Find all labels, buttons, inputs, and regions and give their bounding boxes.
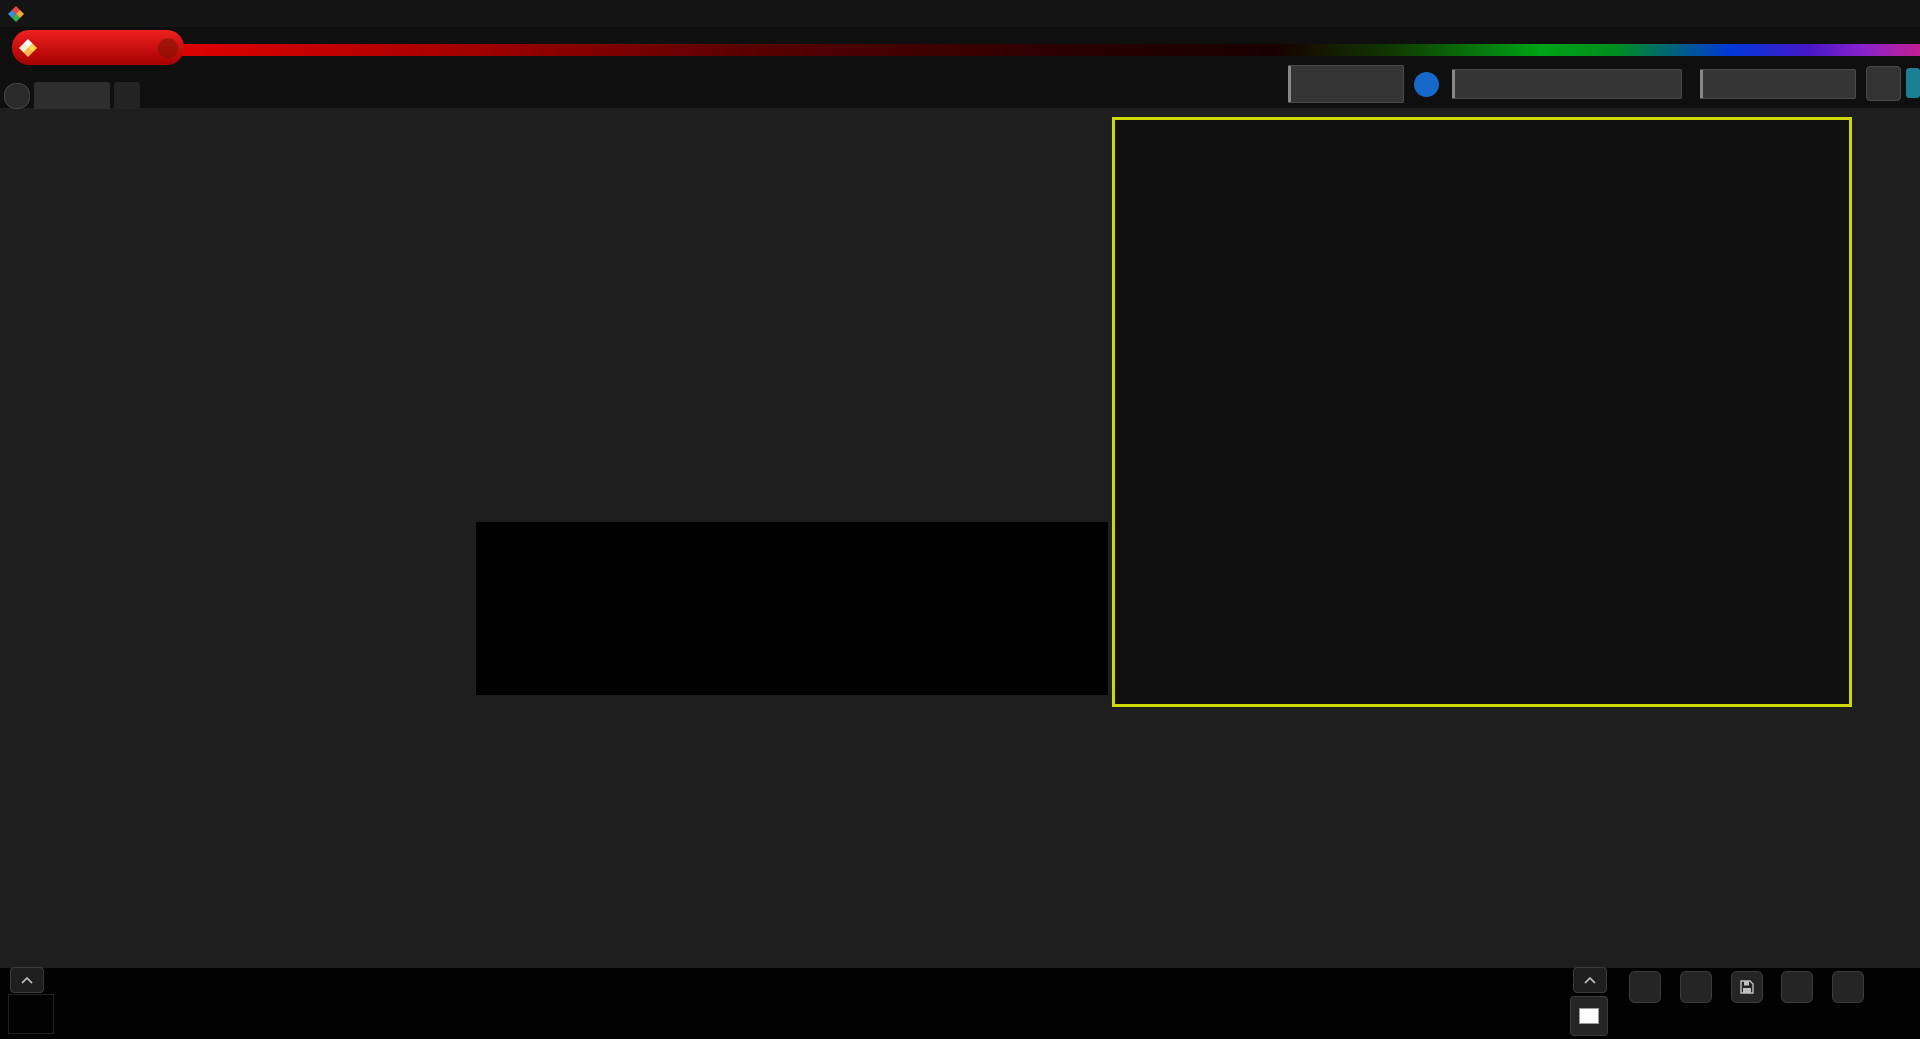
current-reading-panel [92, 740, 422, 756]
workflow-color-chip[interactable] [1906, 68, 1920, 98]
cie-1931-panel [1112, 117, 1852, 707]
toolbar [0, 27, 1920, 109]
cie-chart-title [1115, 125, 1849, 145]
play-button[interactable] [1680, 971, 1712, 1003]
pattern-window-button[interactable] [1570, 996, 1608, 1036]
delta-c-title [716, 128, 900, 148]
save-button[interactable] [1731, 971, 1763, 1003]
refresh-button[interactable] [1832, 971, 1864, 1003]
actual-row-label [480, 528, 494, 598]
minimize-button[interactable] [1782, 0, 1828, 27]
meter-count-badge[interactable] [1414, 72, 1439, 97]
deltae2000-chart-title [80, 194, 476, 214]
delta-h-title [926, 128, 1110, 148]
app-icon [8, 5, 24, 22]
stop-button[interactable] [1629, 971, 1661, 1003]
window-controls [1782, 0, 1920, 27]
meter-dropdown[interactable] [1288, 65, 1404, 103]
rgb-balance-chart [448, 724, 738, 744]
chevron-up-icon [1584, 976, 1596, 984]
calman-logo-button[interactable] [12, 30, 184, 65]
calman-app [0, 0, 1920, 1039]
delta-h-chart [926, 128, 1110, 148]
bottom-bar [0, 967, 1920, 1039]
close-button[interactable] [1874, 0, 1920, 27]
chevron-up-icon [21, 976, 33, 984]
settings-gear-button[interactable] [1866, 66, 1901, 101]
collapse-right-panel-button[interactable] [1573, 967, 1607, 993]
pattern-generator-dropdown[interactable] [1452, 69, 1682, 99]
rgb-balance-title [448, 724, 738, 744]
continuous-measure-button[interactable] [1781, 971, 1813, 1003]
delta-l-chart [506, 128, 690, 148]
tab-history-1[interactable] [34, 82, 110, 109]
brand-gradient-strip [26, 44, 1920, 56]
actual-target-swatch-strip [476, 522, 1108, 695]
save-icon [1740, 980, 1754, 994]
calman-diamond-icon [19, 38, 37, 57]
display-control-dropdown[interactable] [1700, 69, 1856, 99]
collapse-left-panel-button[interactable] [10, 967, 44, 993]
target-row-label [480, 598, 494, 668]
current-color-swatch [8, 994, 54, 1034]
tab-scroll-button[interactable] [4, 83, 30, 109]
maximize-button[interactable] [1828, 0, 1874, 27]
delta-l-title [506, 128, 690, 148]
back-button[interactable] [1640, 1006, 1654, 1036]
next-button[interactable] [1800, 1006, 1814, 1036]
title-bar [0, 0, 1920, 27]
pattern-window-icon [1579, 1008, 1599, 1024]
add-tab-button[interactable] [114, 82, 140, 109]
delta-c-chart [716, 128, 900, 148]
logo-caret-icon[interactable] [158, 37, 178, 58]
